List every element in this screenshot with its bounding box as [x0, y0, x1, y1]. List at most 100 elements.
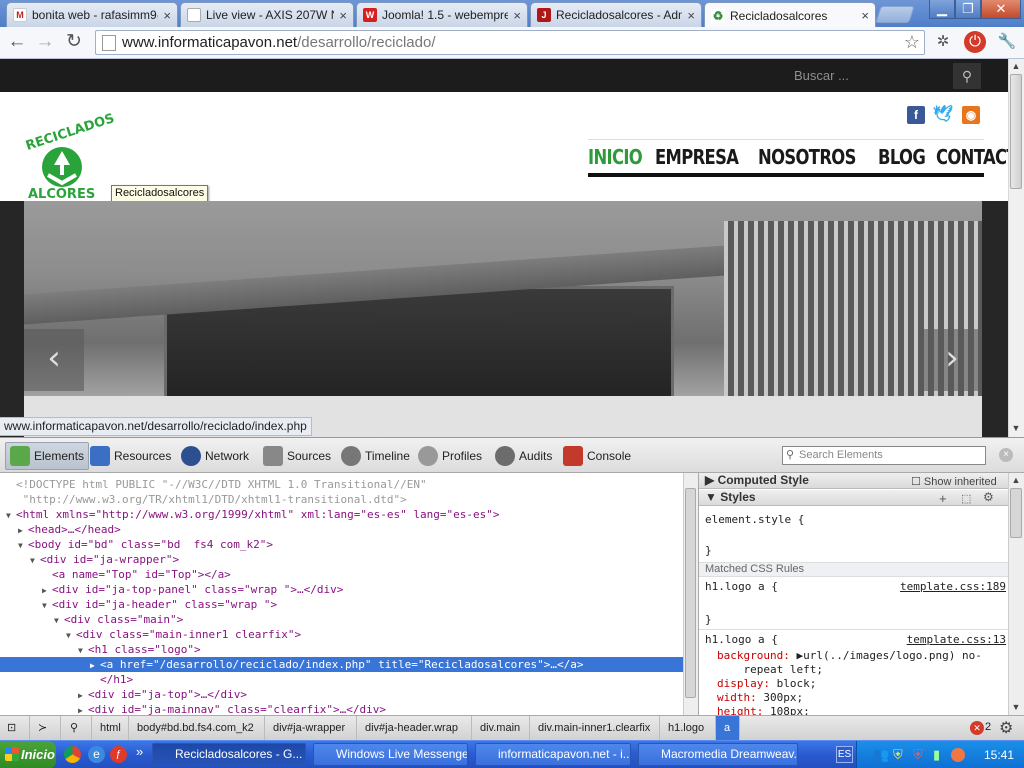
- dom-node[interactable]: <!DOCTYPE html PUBLIC "-//W3C//DTD XHTML…: [0, 477, 683, 492]
- wireless-icon[interactable]: ▮: [933, 747, 940, 763]
- extension-bug-icon[interactable]: ✲: [932, 31, 954, 53]
- dom-node[interactable]: <a name="Top" id="Top"></a>: [0, 567, 683, 582]
- dom-node[interactable]: ▶ <div id="ja-mainnav" class="clearfix">……: [0, 702, 683, 715]
- element-style-rule[interactable]: element.style {: [705, 513, 804, 526]
- css-property[interactable]: background: ▶url(../images/logo.png) no-: [717, 649, 982, 662]
- rule-source-link[interactable]: template.css:189: [900, 580, 1006, 593]
- site-logo[interactable]: RECICLADOS ALCORES: [18, 111, 116, 205]
- quicklaunch-more-icon[interactable]: »: [136, 744, 143, 759]
- rule-source-link[interactable]: template.css:13: [907, 633, 1006, 646]
- dom-node[interactable]: </h1>: [0, 672, 683, 687]
- wrench-menu-icon[interactable]: 🔧: [996, 31, 1018, 53]
- show-inherited-checkbox[interactable]: ☐ Show inherited: [911, 475, 997, 488]
- tab-recicladosalcores-admin[interactable]: J Recicladosalcores - Admin ×: [530, 2, 702, 27]
- nav-item-empresa[interactable]: EMPRESA: [655, 145, 751, 169]
- security-shield-icon[interactable]: ⛨: [893, 747, 903, 763]
- site-search-input[interactable]: Buscar ...: [785, 63, 953, 89]
- chrome-quicklaunch-icon[interactable]: [64, 746, 81, 763]
- scroll-down-arrow-icon[interactable]: ▼: [1008, 421, 1024, 436]
- expand-triangle-icon[interactable]: ▼: [30, 553, 40, 568]
- facebook-icon[interactable]: f: [907, 106, 925, 124]
- devtools-tab-timeline[interactable]: Timeline: [337, 442, 414, 470]
- expand-triangle-icon[interactable]: ▼: [78, 643, 88, 658]
- tab-recicladosalcores[interactable]: ♻ Recicladosalcores ×: [704, 2, 876, 28]
- language-indicator[interactable]: ES: [836, 746, 853, 763]
- styles-scrollbar-thumb[interactable]: [1010, 488, 1022, 538]
- task-informaticapavon[interactable]: informaticapavon.net - i...: [475, 743, 631, 766]
- window-close-button[interactable]: ✕: [981, 0, 1021, 19]
- task-windows-live-messenger[interactable]: Windows Live Messenger: [313, 743, 468, 766]
- toggle-state-icon[interactable]: ⬚: [961, 492, 971, 505]
- dom-node[interactable]: ▶ <div id="ja-top">…</div>: [0, 687, 683, 702]
- page-scrollbar-thumb[interactable]: [1010, 74, 1022, 189]
- dom-node[interactable]: "http://www.w3.org/TR/xhtml1/DTD/xhtml1-…: [0, 492, 683, 507]
- add-rule-icon[interactable]: +: [939, 491, 947, 506]
- nav-item-inicio[interactable]: INICIO: [588, 145, 654, 169]
- collapse-triangle-icon[interactable]: ▶: [78, 703, 88, 715]
- task-dreamweaver[interactable]: Macromedia Dreamweav...: [638, 743, 798, 766]
- elements-scrollbar-thumb[interactable]: [685, 488, 696, 698]
- address-bar[interactable]: www.informaticapavon.net/desarrollo/reci…: [95, 30, 925, 55]
- twitter-icon[interactable]: 🕊: [933, 106, 953, 124]
- devtools-tab-resources[interactable]: Resources: [86, 442, 175, 470]
- gear-icon[interactable]: ⚙: [983, 490, 994, 504]
- slider-prev-button[interactable]: ‹: [24, 329, 84, 391]
- expand-triangle-icon[interactable]: ▼: [54, 613, 64, 628]
- inspect-search-icon[interactable]: ⚲: [61, 716, 92, 740]
- css-property[interactable]: display: block;: [717, 677, 816, 690]
- breadcrumb-item[interactable]: div.main-inner1.clearfix: [530, 716, 660, 740]
- close-icon[interactable]: ×: [687, 8, 695, 23]
- collapse-triangle-icon[interactable]: ▶: [90, 658, 100, 673]
- antivirus-icon[interactable]: ⛨: [913, 747, 923, 763]
- forward-icon[interactable]: →: [33, 31, 57, 55]
- task-recicladosalcores-chrome[interactable]: Recicladosalcores - G...: [152, 743, 306, 766]
- dom-node[interactable]: ▼ <h1 class="logo">: [0, 642, 683, 657]
- close-icon[interactable]: ×: [861, 8, 869, 23]
- breadcrumb-item[interactable]: a: [716, 716, 740, 740]
- css-property[interactable]: height: 108px;: [717, 705, 810, 715]
- scroll-up-arrow-icon[interactable]: ▲: [1008, 59, 1024, 74]
- expand-triangle-icon[interactable]: ▼: [42, 598, 52, 613]
- nav-item-contacto[interactable]: CONTACTO: [936, 145, 1008, 169]
- scroll-down-arrow-icon[interactable]: ▼: [1008, 700, 1024, 715]
- tab-gmail[interactable]: M bonita web - rafasimm9@ ×: [6, 2, 178, 27]
- error-count[interactable]: 2: [985, 721, 991, 733]
- settings-gear-icon[interactable]: ⚙: [999, 718, 1013, 738]
- expand-triangle-icon[interactable]: ▼: [6, 508, 16, 523]
- dom-node[interactable]: ▶ <head>…</head>: [0, 522, 683, 537]
- breadcrumb-item[interactable]: div#ja-wrapper: [265, 716, 357, 740]
- tab-joomla-webempresa[interactable]: W Joomla! 1.5 - webempres ×: [356, 2, 528, 27]
- css-property[interactable]: width: 300px;: [717, 691, 803, 704]
- devtools-tab-profiles[interactable]: Profiles: [414, 442, 486, 470]
- dom-node-selected[interactable]: ▶ <a href="/desarrollo/reciclado/index.ph…: [0, 657, 683, 672]
- rule-selector[interactable]: h1.logo a {: [705, 580, 778, 593]
- scroll-up-arrow-icon[interactable]: ▲: [1008, 473, 1024, 488]
- collapse-triangle-icon[interactable]: ▶: [78, 688, 88, 703]
- expand-triangle-icon[interactable]: ▼: [18, 538, 28, 553]
- rule-selector[interactable]: h1.logo a {: [705, 633, 778, 646]
- close-icon[interactable]: ×: [163, 8, 171, 23]
- dom-node[interactable]: ▼ <div id="ja-wrapper">: [0, 552, 683, 567]
- slider-next-button[interactable]: ›: [922, 329, 982, 391]
- maximize-button[interactable]: ❐: [955, 0, 981, 19]
- new-tab-button[interactable]: [875, 6, 915, 23]
- dom-node[interactable]: ▼ <div class="main">: [0, 612, 683, 627]
- reload-icon[interactable]: ↻: [62, 31, 86, 55]
- minimize-button[interactable]: ▁: [929, 0, 955, 19]
- breadcrumb-item[interactable]: body#bd.bd.fs4.com_k2: [129, 716, 265, 740]
- ie-quicklaunch-icon[interactable]: e: [88, 746, 105, 763]
- breadcrumb-item[interactable]: div#ja-header.wrap: [357, 716, 472, 740]
- search-icon[interactable]: ⚲: [953, 63, 981, 89]
- url-text[interactable]: www.informaticapavon.net/desarrollo/reci…: [122, 34, 436, 51]
- collapse-triangle-icon[interactable]: ▶: [42, 583, 52, 598]
- close-icon[interactable]: ×: [999, 448, 1013, 462]
- bookmark-star-icon[interactable]: ☆: [904, 32, 920, 53]
- close-icon[interactable]: ×: [339, 8, 347, 23]
- nav-item-blog[interactable]: BLOG: [878, 145, 937, 169]
- console-toggle-icon[interactable]: ≻: [30, 716, 61, 740]
- extension-stop-icon[interactable]: ⏻: [964, 31, 986, 53]
- nav-item-nosotros[interactable]: NOSOTROS: [758, 145, 868, 169]
- rss-icon[interactable]: ◉: [962, 106, 980, 124]
- dom-node[interactable]: ▶ <div id="ja-top-panel" class="wrap ">…<…: [0, 582, 683, 597]
- devtools-tab-elements[interactable]: Elements: [5, 442, 90, 470]
